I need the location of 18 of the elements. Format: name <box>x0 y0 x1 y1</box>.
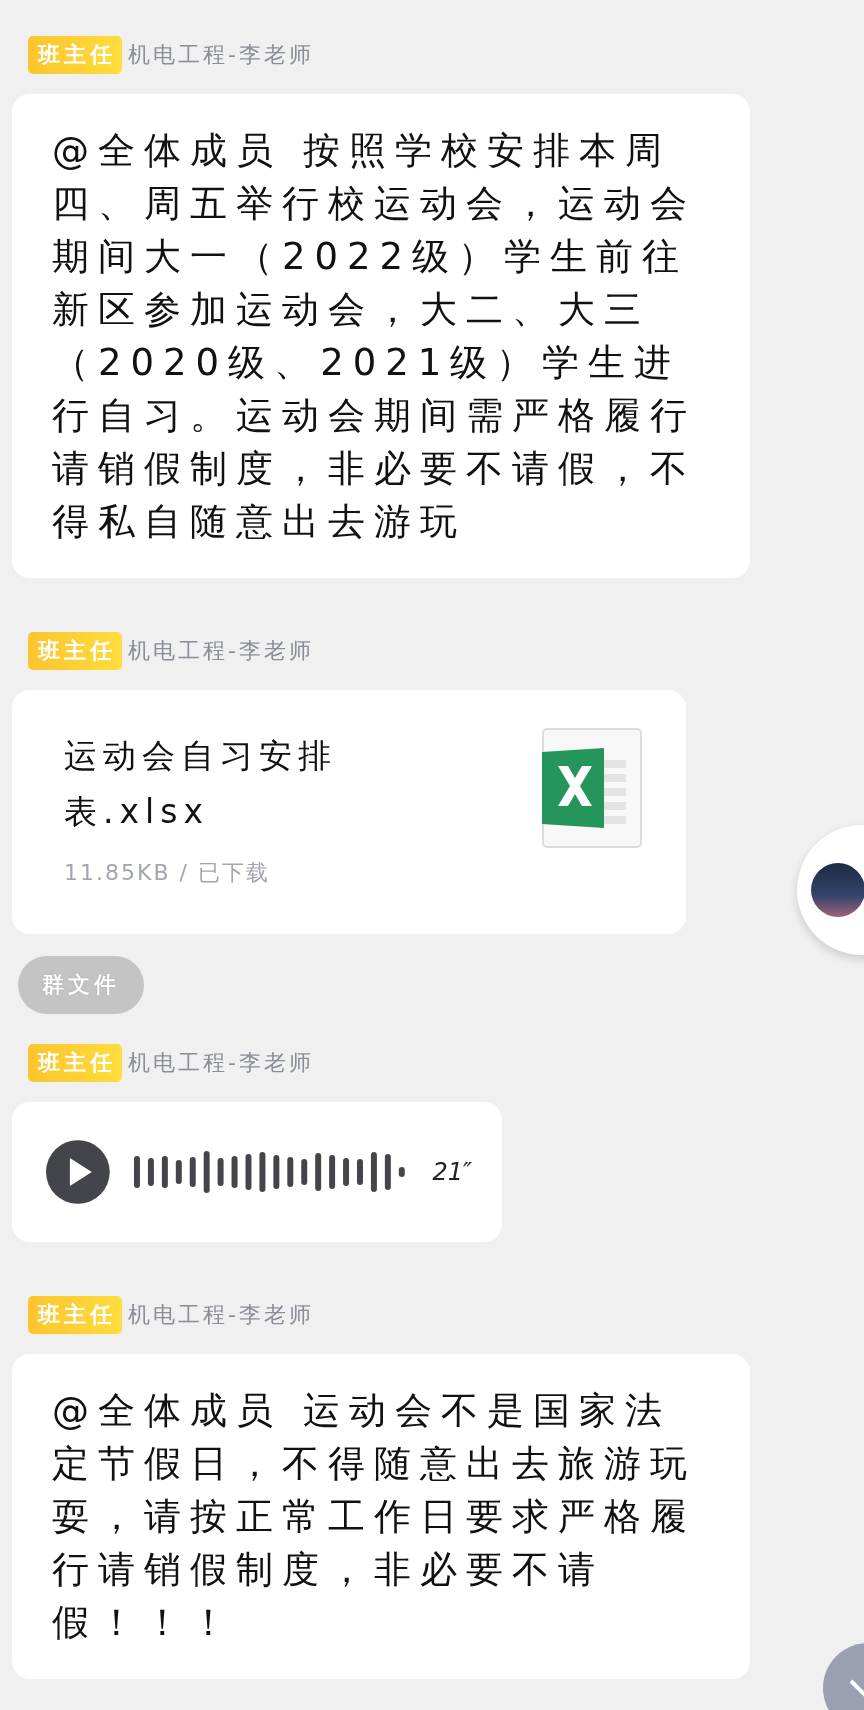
file-name: 运动会自习安排表.xlsx <box>64 735 338 833</box>
role-badge: 班主任 <box>28 36 122 74</box>
file-meta: 11.85KB / 已下载 <box>64 859 271 887</box>
sender-name: 机电工程-李老师 <box>128 41 314 69</box>
voice-duration: 21″ <box>432 1158 472 1186</box>
role-badge: 班主任 <box>28 1296 122 1334</box>
photo-placeholder <box>811 863 864 917</box>
voice-message[interactable]: 21″ <box>12 1102 502 1242</box>
role-badge: 班主任 <box>28 632 122 670</box>
play-icon[interactable] <box>46 1140 110 1204</box>
message-text: @全体成员 运动会不是国家法定节假日，不得随意出去旅游玩耍，请按正常工作日要求严格履行请销假制度，非必要不请假！！！ <box>52 1388 697 1646</box>
role-badge: 班主任 <box>28 1044 122 1082</box>
file-card[interactable]: 运动会自习安排表.xlsx 11.85KB / 已下载 <box>12 690 686 934</box>
sender-name: 机电工程-李老师 <box>128 637 314 665</box>
spreadsheet-icon <box>542 728 642 848</box>
sender-name: 机电工程-李老师 <box>128 1049 314 1077</box>
message-text: @全体成员 按照学校安排本周四、周五举行校运动会，运动会期间大一（2022级）学生前往新区参加运动会，大二、大三（2020级、2021级）学生进行自习。运动会期间需严格履行请销假制度，非必要不请假，不得私自随意出去游玩 <box>52 128 697 545</box>
sender-name: 机电工程-李老师 <box>128 1301 314 1329</box>
